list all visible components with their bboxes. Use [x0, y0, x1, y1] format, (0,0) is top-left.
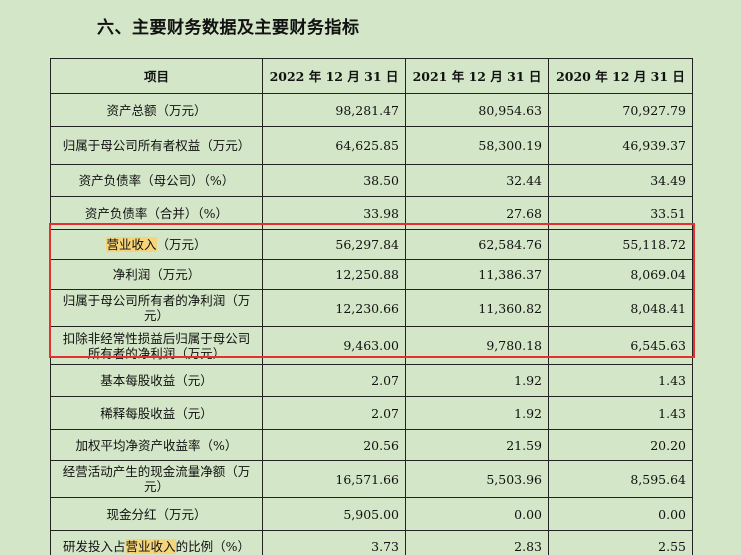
cell-2022: 33.98 [262, 196, 406, 230]
cell-2021: 32.44 [405, 164, 549, 197]
label-rest: 的比例（%） [175, 539, 250, 554]
cell-2022: 64,625.85 [262, 126, 406, 165]
cell-2022: 12,230.66 [262, 289, 406, 327]
table-row: 稀释每股收益（元） 2.07 1.92 1.43 [50, 396, 693, 430]
row-label: 扣除非经常性损益后归属于母公司所有者的净利润（万元） [50, 326, 263, 365]
cell-2021: 9,780.18 [405, 326, 549, 365]
cell-2021: 80,954.63 [405, 93, 549, 127]
cell-2021: 62,584.76 [405, 229, 549, 260]
cell-2020: 20.20 [548, 429, 693, 461]
cell-2021: 1.92 [405, 396, 549, 430]
financial-table: 项目 2022 年 12 月 31 日 2021 年 12 月 31 日 202… [50, 58, 693, 555]
row-label: 资产负债率（母公司）（%） [50, 164, 263, 197]
row-label: 加权平均净资产收益率（%） [50, 429, 263, 461]
table-row: 营业收入（万元） 56,297.84 62,584.76 55,118.72 [50, 229, 693, 260]
row-label: 经营活动产生的现金流量净额（万元） [50, 460, 263, 498]
cell-2022: 12,250.88 [262, 259, 406, 290]
row-label: 资产负债率（合并）（%） [50, 196, 263, 230]
header-2020: 2020 年 12 月 31 日 [548, 58, 693, 94]
row-label: 归属于母公司所有者权益（万元） [50, 126, 263, 165]
cell-2020: 55,118.72 [548, 229, 693, 260]
row-label: 现金分红（万元） [50, 497, 263, 531]
cell-2021: 5,503.96 [405, 460, 549, 498]
cell-2022: 20.56 [262, 429, 406, 461]
header-item: 项目 [50, 58, 263, 94]
cell-2022: 3.73 [262, 530, 406, 555]
cell-2021: 0.00 [405, 497, 549, 531]
row-label: 净利润（万元） [50, 259, 263, 290]
cell-2022: 38.50 [262, 164, 406, 197]
label-rest: （万元） [156, 237, 207, 252]
header-2022: 2022 年 12 月 31 日 [262, 58, 406, 94]
header-2021: 2021 年 12 月 31 日 [405, 58, 549, 94]
table-row: 资产总额（万元） 98,281.47 80,954.63 70,927.79 [50, 93, 693, 127]
table-row: 归属于母公司所有者的净利润（万元） 12,230.66 11,360.82 8,… [50, 289, 693, 327]
cell-2022: 2.07 [262, 364, 406, 397]
cell-2022: 9,463.00 [262, 326, 406, 365]
cell-2022: 16,571.66 [262, 460, 406, 498]
row-label: 基本每股收益（元） [50, 364, 263, 397]
cell-2020: 0.00 [548, 497, 693, 531]
row-label: 营业收入（万元） [50, 229, 263, 260]
cell-2020: 2.55 [548, 530, 693, 555]
row-label: 资产总额（万元） [50, 93, 263, 127]
cell-2021: 21.59 [405, 429, 549, 461]
cell-2021: 2.83 [405, 530, 549, 555]
row-label: 归属于母公司所有者的净利润（万元） [50, 289, 263, 327]
table-row: 现金分红（万元） 5,905.00 0.00 0.00 [50, 497, 693, 531]
cell-2020: 6,545.63 [548, 326, 693, 365]
cell-2022: 56,297.84 [262, 229, 406, 260]
table-row: 净利润（万元） 12,250.88 11,386.37 8,069.04 [50, 259, 693, 290]
table-row: 基本每股收益（元） 2.07 1.92 1.43 [50, 364, 693, 397]
table-row: 加权平均净资产收益率（%） 20.56 21.59 20.20 [50, 429, 693, 461]
cell-2020: 33.51 [548, 196, 693, 230]
highlighted-term: 营业收入 [125, 539, 176, 554]
cell-2022: 5,905.00 [262, 497, 406, 531]
label-pre: 研发投入占 [63, 539, 126, 554]
table-row: 资产负债率（合并）（%） 33.98 27.68 33.51 [50, 196, 693, 230]
cell-2020: 34.49 [548, 164, 693, 197]
cell-2021: 11,386.37 [405, 259, 549, 290]
cell-2021: 1.92 [405, 364, 549, 397]
table-row: 资产负债率（母公司）（%） 38.50 32.44 34.49 [50, 164, 693, 197]
cell-2020: 1.43 [548, 396, 693, 430]
cell-2022: 2.07 [262, 396, 406, 430]
cell-2021: 58,300.19 [405, 126, 549, 165]
cell-2021: 11,360.82 [405, 289, 549, 327]
table-row: 研发投入占营业收入的比例（%） 3.73 2.83 2.55 [50, 530, 693, 555]
row-label: 稀释每股收益（元） [50, 396, 263, 430]
cell-2022: 98,281.47 [262, 93, 406, 127]
cell-2021: 27.68 [405, 196, 549, 230]
header-row: 项目 2022 年 12 月 31 日 2021 年 12 月 31 日 202… [50, 58, 693, 94]
cell-2020: 1.43 [548, 364, 693, 397]
section-title: 六、主要财务数据及主要财务指标 [97, 18, 360, 38]
cell-2020: 46,939.37 [548, 126, 693, 165]
table-row: 扣除非经常性损益后归属于母公司所有者的净利润（万元） 9,463.00 9,78… [50, 326, 693, 365]
cell-2020: 8,048.41 [548, 289, 693, 327]
cell-2020: 8,595.64 [548, 460, 693, 498]
table-row: 经营活动产生的现金流量净额（万元） 16,571.66 5,503.96 8,5… [50, 460, 693, 498]
table-row: 归属于母公司所有者权益（万元） 64,625.85 58,300.19 46,9… [50, 126, 693, 165]
cell-2020: 8,069.04 [548, 259, 693, 290]
highlighted-term: 营业收入 [106, 237, 157, 252]
page: 六、主要财务数据及主要财务指标 项目 2022 年 12 月 31 日 2021… [0, 0, 741, 555]
cell-2020: 70,927.79 [548, 93, 693, 127]
row-label: 研发投入占营业收入的比例（%） [50, 530, 263, 555]
